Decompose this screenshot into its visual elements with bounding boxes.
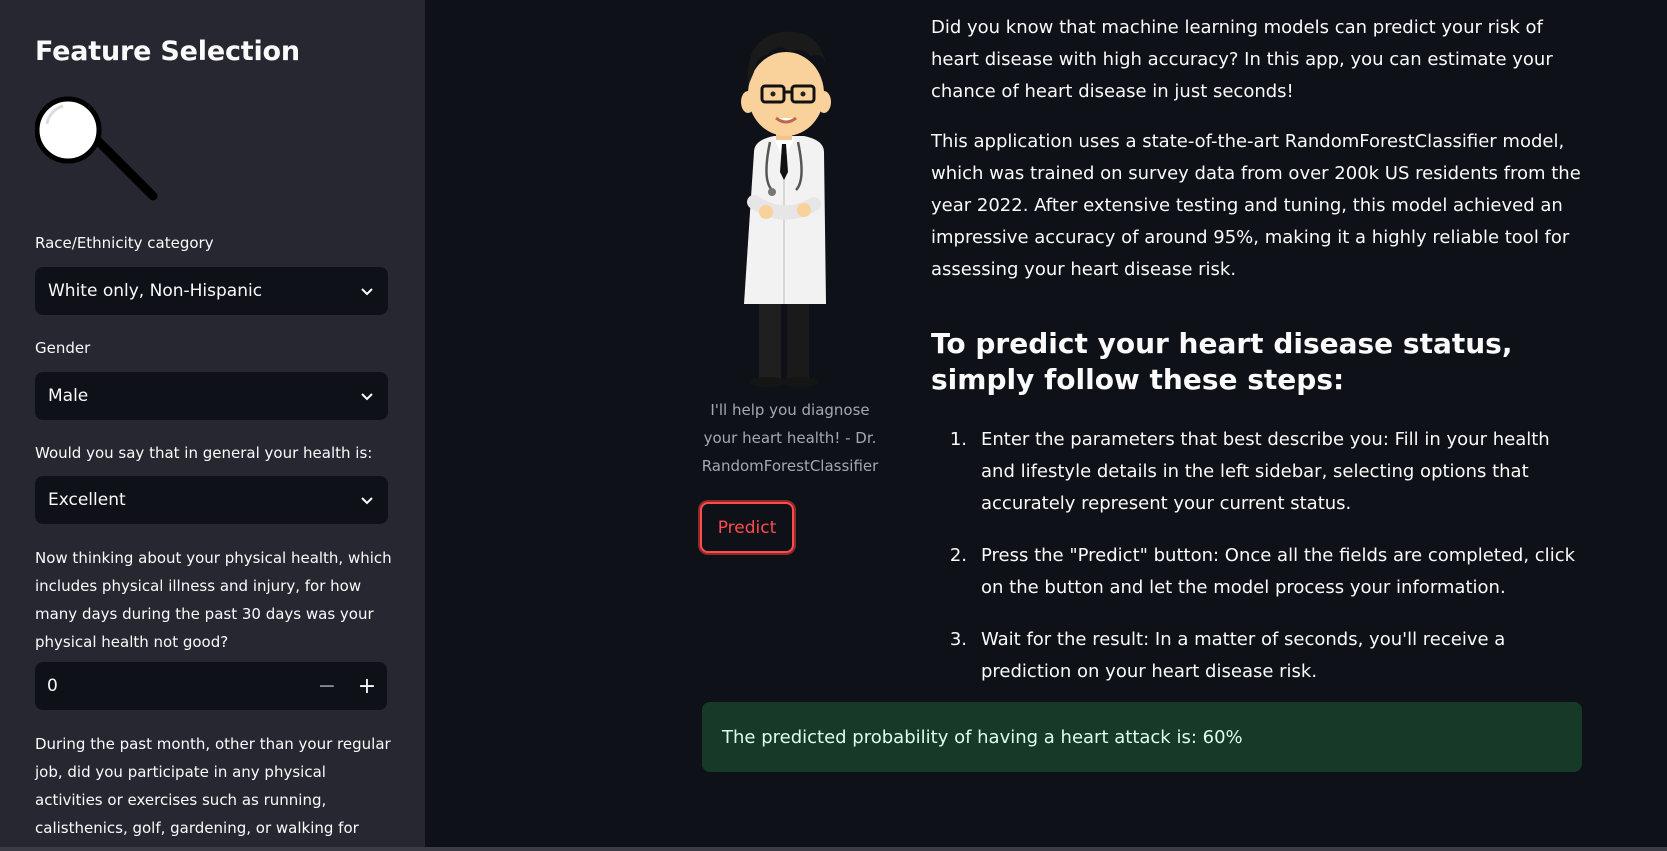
description-section: Did you know that machine learning model…	[931, 12, 1581, 708]
race-label: Race/Ethnicity category	[35, 234, 214, 252]
steps-list: 1. Enter the parameters that best descri…	[931, 424, 1581, 688]
race-select-value: White only, Non-Hispanic	[48, 281, 263, 301]
chevron-down-icon	[361, 393, 373, 401]
horizontal-scrollbar[interactable]	[0, 847, 1667, 851]
physical-activity-label: During the past month, other than your r…	[35, 735, 391, 837]
step-text: Press the "Predict" button: Once all the…	[981, 545, 1576, 598]
step-number: 2.	[949, 545, 967, 566]
main-content: I'll help you diagnose your heart health…	[425, 0, 1667, 851]
predict-button[interactable]: Predict	[700, 502, 794, 553]
doctor-caption: I'll help you diagnose your heart health…	[701, 401, 879, 475]
step-number: 3.	[949, 629, 967, 650]
gender-select[interactable]: Male	[35, 372, 388, 420]
chevron-down-icon	[361, 497, 373, 505]
list-item: 3. Wait for the result: In a matter of s…	[931, 624, 1581, 688]
sidebar-title: Feature Selection	[35, 36, 300, 67]
physical-health-value[interactable]: 0	[35, 676, 307, 696]
magnifier-icon	[35, 96, 158, 201]
step-number: 1.	[949, 429, 967, 450]
doctor-illustration	[741, 31, 831, 387]
physical-health-label: Now thinking about your physical health,…	[35, 549, 392, 651]
chevron-down-icon	[361, 288, 373, 296]
sidebar: Feature Selection Race/Ethnicity categor…	[0, 0, 425, 847]
health-select-value: Excellent	[48, 490, 126, 510]
prediction-result-alert: The predicted probability of having a he…	[702, 702, 1582, 772]
health-label: Would you say that in general your healt…	[35, 444, 373, 462]
list-item: 1. Enter the parameters that best descri…	[931, 424, 1581, 520]
gender-select-value: Male	[48, 386, 89, 406]
prediction-result-text: The predicted probability of having a he…	[722, 726, 1243, 748]
gender-label: Gender	[35, 339, 91, 357]
step-text: Wait for the result: In a matter of seco…	[981, 629, 1506, 682]
step-text: Enter the parameters that best describe …	[981, 429, 1550, 514]
decrement-button[interactable]: −	[307, 662, 347, 710]
intro-paragraph: Did you know that machine learning model…	[931, 17, 1553, 102]
physical-health-input[interactable]: 0 − +	[35, 662, 387, 710]
health-select[interactable]: Excellent	[35, 476, 388, 524]
description-paragraph: This application uses a state-of-the-art…	[931, 131, 1581, 280]
race-select[interactable]: White only, Non-Hispanic	[35, 267, 388, 315]
list-item: 2. Press the "Predict" button: Once all …	[931, 540, 1581, 604]
steps-heading: To predict your heart disease status, si…	[931, 327, 1513, 396]
increment-button[interactable]: +	[347, 662, 387, 710]
